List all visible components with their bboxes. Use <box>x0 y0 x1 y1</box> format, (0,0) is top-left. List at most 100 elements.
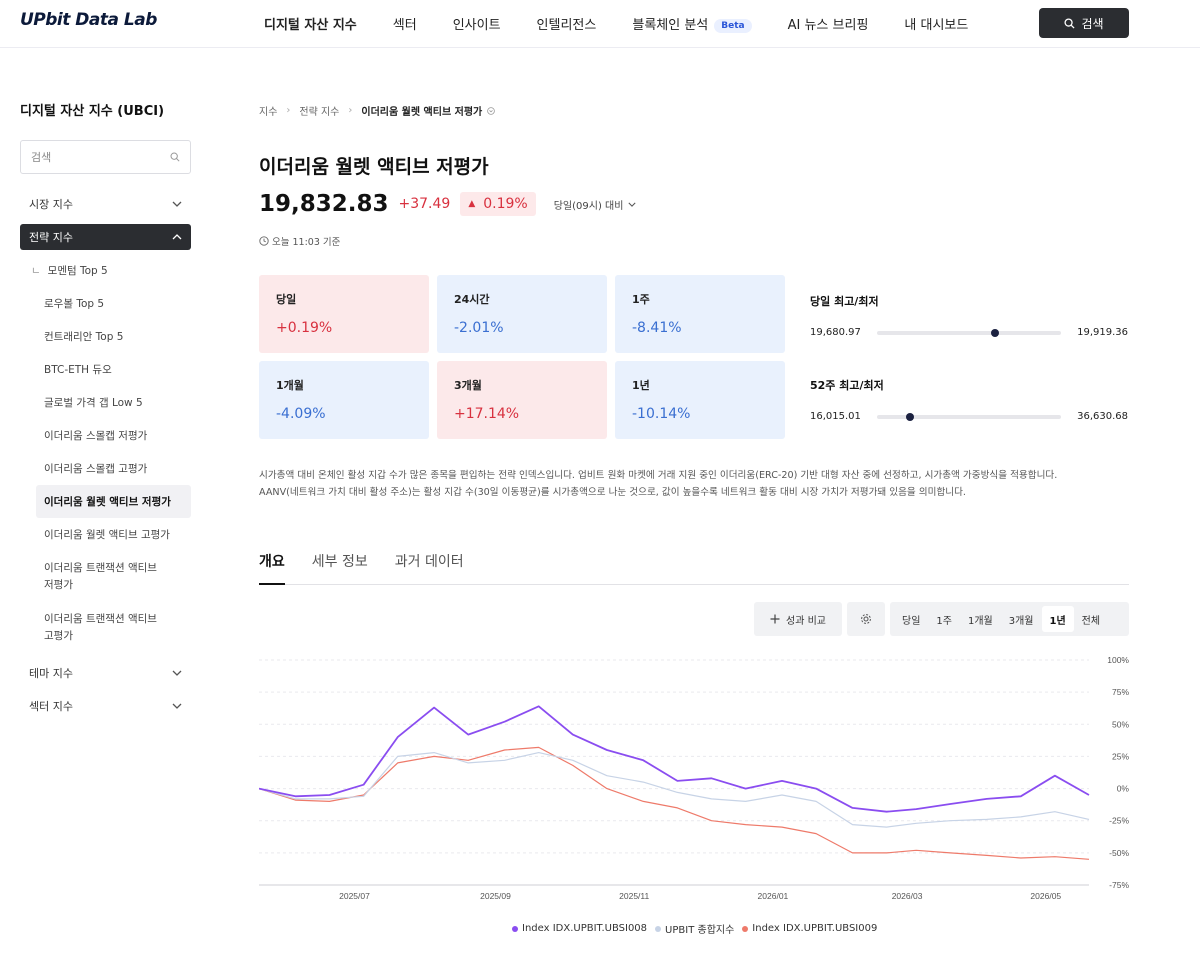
index-change: +37.49 <box>398 196 451 212</box>
sidebar-item-contrarian-top5[interactable]: 컨트래리안 Top 5 <box>20 320 191 353</box>
legend-item[interactable]: Index IDX.UPBIT.UBSI008 <box>512 923 647 934</box>
triangle-up-icon: ▲ <box>468 199 476 209</box>
description-line: AANV(네트워크 가치 대비 활성 주소)는 활성 지갑 수(30일 이동평균… <box>259 487 966 498</box>
basis-label: 당일(09시) 대비 <box>553 200 624 212</box>
sidebar-item-eth-tx-active-over[interactable]: 이더리움 트랜잭션 액티브 고평가 <box>20 602 160 653</box>
period-today[interactable]: 당일 <box>894 606 928 632</box>
sidebar-group-sector-index[interactable]: 섹터 지수 <box>20 693 191 719</box>
sidebar-group-theme-index[interactable]: 테마 지수 <box>20 660 191 686</box>
sidebar-item-label: 모멘텀 Top 5 <box>47 265 108 277</box>
legend-label: UPBIT 종합지수 <box>665 925 735 936</box>
breadcrumb-item[interactable]: 전략 지수 <box>299 103 339 118</box>
y-tick-label: 25% <box>1112 751 1129 761</box>
sidebar-item-eth-tx-active-under[interactable]: 이더리움 트랜잭션 액티브 저평가 <box>20 551 160 602</box>
y-tick-label: -50% <box>1109 848 1129 858</box>
legend-label: Index IDX.UPBIT.UBSI009 <box>752 923 878 934</box>
content-tabs: 개요 세부 정보 과거 데이터 <box>259 551 1129 585</box>
y-tick-label: 0% <box>1117 784 1130 794</box>
performance-chart[interactable]: 100% 75% 50% 25% 0% -25% -50% -75% 2025/07 2025/0… <box>259 650 1139 905</box>
header-search-button[interactable]: 검색 <box>1039 8 1129 38</box>
return-card-value: -2.01% <box>454 320 504 336</box>
as-of-time: 오늘 11:03 기준 <box>259 234 340 248</box>
sidebar-item-eth-wallet-active-over[interactable]: 이더리움 월렛 액티브 고평가 <box>20 518 191 551</box>
sidebar-item-global-price-gap[interactable]: 글로벌 가격 갭 Low 5 <box>20 386 191 419</box>
sidebar-item-eth-wallet-active-under[interactable]: 이더리움 월렛 액티브 저평가 <box>36 485 191 518</box>
return-card-value: -10.14% <box>632 406 691 422</box>
range-title: 52주 최고/최저 <box>810 379 884 392</box>
price-row: 19,832.83 +37.49 ▲ 0.19% 당일(09시) 대비 <box>259 191 637 217</box>
sidebar-group-label: 테마 지수 <box>29 667 73 680</box>
return-card-today: 당일 +0.19% <box>259 275 429 353</box>
range-52w: 52주 최고/최저 16,015.01 36,630.68 <box>810 377 1128 422</box>
return-card-value: -4.09% <box>276 406 326 422</box>
y-tick-label: 50% <box>1112 719 1129 729</box>
chevron-down-icon <box>628 202 637 207</box>
breadcrumb-item[interactable]: 지수 <box>259 103 277 118</box>
nav-digital-asset-index[interactable]: 디지털 자산 지수 <box>264 14 357 33</box>
description-line: 시가총액 대비 온체인 활성 지갑 수가 많은 종목을 편입하는 전략 인덱스입… <box>259 470 1058 481</box>
legend-swatch <box>742 925 749 932</box>
index-change-pct-badge: ▲ 0.19% <box>460 192 536 216</box>
chart-settings-button[interactable] <box>847 602 885 636</box>
period-1w[interactable]: 1주 <box>928 606 960 632</box>
sidebar-item-eth-smallcap-over[interactable]: 이더리움 스몰캡 고평가 <box>20 452 191 485</box>
period-all[interactable]: 전체 <box>1074 606 1108 632</box>
legend-item[interactable]: Index IDX.UPBIT.UBSI009 <box>742 923 877 934</box>
sidebar-group-market-index[interactable]: 시장 지수 <box>20 191 191 217</box>
period-1m[interactable]: 1개월 <box>960 606 1001 632</box>
x-tick-label: 2025/09 <box>480 891 511 901</box>
nav-insight[interactable]: 인사이트 <box>453 14 501 33</box>
range-low: 16,015.01 <box>810 411 861 422</box>
return-card-label: 24시간 <box>454 293 490 306</box>
clock-icon <box>259 236 269 246</box>
nav-blockchain-analysis-label: 블록체인 분석 <box>632 17 709 33</box>
logo[interactable]: UPbit Data Lab <box>20 10 157 30</box>
nav-my-dashboard[interactable]: 내 대시보드 <box>904 14 968 33</box>
return-card-label: 1년 <box>632 379 650 392</box>
search-icon <box>1064 17 1075 29</box>
x-tick-label: 2026/01 <box>758 891 789 901</box>
range-high: 19,919.36 <box>1077 327 1128 338</box>
sidebar-search-placeholder: 검색 <box>31 151 52 164</box>
sidebar-item-btc-eth-duo[interactable]: BTC-ETH 듀오 <box>20 353 191 386</box>
y-tick-label: 100% <box>1107 655 1129 665</box>
sidebar-item-momentum-top5[interactable]: ㄴ 모멘텀 Top 5 <box>20 254 191 287</box>
chevron-down-icon <box>172 703 182 709</box>
nav-intelligence[interactable]: 인텔리전스 <box>537 14 597 33</box>
page-title: 이더리움 월렛 액티브 저평가 <box>259 156 489 178</box>
as-of-label: 오늘 11:03 기준 <box>272 237 341 248</box>
return-card-value: +0.19% <box>276 320 333 336</box>
tab-history[interactable]: 과거 데이터 <box>395 551 464 585</box>
tree-branch-icon: ㄴ <box>31 265 41 277</box>
x-tick-label: 2025/07 <box>339 891 370 901</box>
nav-ai-news-briefing[interactable]: AI 뉴스 브리핑 <box>788 14 869 33</box>
nav-sector[interactable]: 섹터 <box>393 14 417 33</box>
nav-blockchain-analysis[interactable]: 블록체인 분석 Beta <box>632 14 752 33</box>
legend-item[interactable]: UPBIT 종합지수 <box>655 921 734 936</box>
compare-label: 성과 비교 <box>786 615 826 627</box>
x-tick-label: 2025/11 <box>619 891 649 901</box>
sidebar-title: 디지털 자산 지수 (UBCI) <box>20 104 165 119</box>
series-line <box>259 746 1090 860</box>
tab-overview[interactable]: 개요 <box>259 551 285 585</box>
sidebar-search-input[interactable]: 검색 <box>20 140 191 174</box>
compare-performance-button[interactable]: 성과 비교 <box>754 602 842 636</box>
sidebar-group-strategy-index[interactable]: 전략 지수 <box>20 224 191 250</box>
return-card-1y: 1년 -10.14% <box>615 361 785 439</box>
dropdown-circle-icon[interactable] <box>487 106 496 115</box>
range-today: 당일 최고/최저 19,680.97 19,919.36 <box>810 293 1128 338</box>
tab-details[interactable]: 세부 정보 <box>312 551 368 585</box>
header-search-label: 검색 <box>1081 16 1104 31</box>
search-icon <box>170 152 180 162</box>
sidebar-item-lowvol-top5[interactable]: 로우볼 Top 5 <box>20 287 191 320</box>
period-1y[interactable]: 1년 <box>1041 606 1074 632</box>
breadcrumb-current: 이더리움 월렛 액티브 저평가 <box>361 107 483 118</box>
range-bar <box>876 412 1062 421</box>
period-3m[interactable]: 3개월 <box>1001 606 1042 632</box>
return-cards: 당일 +0.19% 24시간 -2.01% 1주 -8.41% 1개월 -4.09% 3… <box>259 275 785 439</box>
gear-icon <box>861 614 871 624</box>
range-high: 36,630.68 <box>1077 411 1128 422</box>
basis-dropdown[interactable]: 당일(09시) 대비 <box>554 197 637 212</box>
sidebar-item-eth-smallcap-under[interactable]: 이더리움 스몰캡 저평가 <box>20 419 191 452</box>
strategy-item-list: ㄴ 모멘텀 Top 5 로우볼 Top 5 컨트래리안 Top 5 BTC-ETH… <box>20 254 191 653</box>
